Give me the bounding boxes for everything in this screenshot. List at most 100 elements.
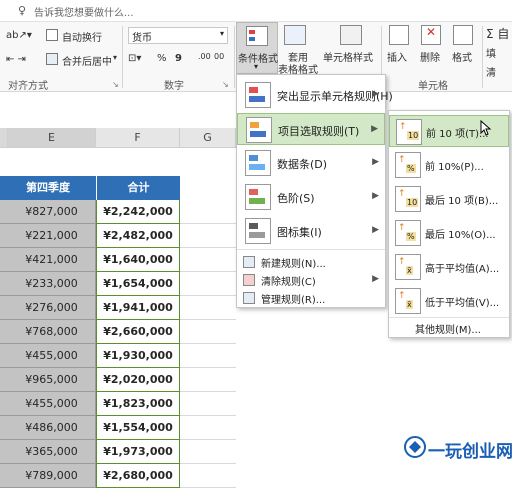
cell-q4-value[interactable]: ¥276,000 [0, 296, 96, 320]
cell-total-value[interactable]: ¥2,482,000 [96, 224, 180, 248]
decrease-decimal-button[interactable]: 00 [214, 52, 224, 61]
comma-button[interactable]: 9 [175, 53, 182, 64]
orientation-icon[interactable]: ab↗▾ [6, 30, 32, 41]
cell-q4-value[interactable]: ¥768,000 [0, 320, 96, 344]
cell-q4-value[interactable]: ¥221,000 [0, 224, 96, 248]
merge-center-button[interactable]: 合并后居中 [62, 53, 112, 68]
submenu-arrow-icon: ▶ [372, 89, 379, 99]
header-cell-q4[interactable]: 第四季度 [0, 176, 96, 200]
sub-menu-item-4[interactable]: ↑ x̄ 高于平均值(A)... [389, 251, 509, 283]
cell-style-button[interactable]: 单元格样式 [323, 49, 373, 64]
lightbulb-icon: ♀ [18, 4, 27, 17]
fill-button[interactable]: 填 [486, 45, 496, 60]
dialog-launcher-icon[interactable]: ↘ [112, 80, 119, 89]
cell-total-value[interactable]: ¥1,930,000 [96, 344, 180, 368]
tell-me-text: 告诉我您想要做什么... [34, 8, 134, 19]
insert-icon [389, 25, 409, 45]
column-header-G[interactable]: G [180, 128, 236, 148]
cell-empty[interactable] [180, 272, 236, 296]
submenu-arrow-icon: ▶ [372, 191, 379, 201]
top-10-icon: ↑ 10 [396, 119, 422, 145]
insert-button[interactable]: 插入 [387, 49, 407, 64]
format-icon [453, 25, 473, 45]
cf-menu-item-4[interactable]: 图标集(I) ▶ [237, 215, 385, 247]
data-bars-icon [245, 150, 271, 176]
cell-style-icon [340, 25, 362, 45]
cell-q4-value[interactable]: ¥486,000 [0, 416, 96, 440]
watermark-text: 一玩创业网 [428, 442, 512, 462]
cf-menu-small-item-label: 管理规则(R)... [261, 295, 326, 306]
cell-total-value[interactable]: ¥1,640,000 [96, 248, 180, 272]
sub-menu-item-1[interactable]: ↑% 前 10%(P)... [389, 149, 509, 181]
cell-empty[interactable] [180, 344, 236, 368]
cell-total-value[interactable]: ¥1,654,000 [96, 272, 180, 296]
column-header-E[interactable]: E [8, 128, 96, 148]
cell-empty[interactable] [180, 440, 236, 464]
cell-empty[interactable] [180, 248, 236, 272]
cell-empty[interactable] [180, 416, 236, 440]
merge-center-icon [46, 53, 58, 65]
autosum-button[interactable]: Σ 自 [486, 25, 509, 42]
submenu-arrow-icon: ▶ [371, 124, 378, 134]
sub-menu-item-2[interactable]: ↑ 10 最后 10 项(B)... [389, 183, 509, 215]
cell-empty[interactable] [180, 200, 236, 224]
cf-menu-small-item-0[interactable]: 新建规则(N)... [237, 253, 385, 271]
column-header-D[interactable] [0, 128, 8, 148]
indent-icon[interactable]: ⇤ ⇥ [6, 54, 26, 65]
cell-q4-value[interactable]: ¥455,000 [0, 392, 96, 416]
conditional-format-menu: 突出显示单元格规则(H) ▶ 项目选取规则(T) ▶ 数据条(D) ▶ 色阶(S) ▶ 图标集(… [236, 74, 393, 308]
cell-q4-value[interactable]: ¥233,000 [0, 272, 96, 296]
cell-q4-value[interactable]: ¥365,000 [0, 440, 96, 464]
group-number-label: 数字 [164, 81, 184, 92]
cf-menu-item-label: 数据条(D) [277, 158, 328, 171]
number-format-select[interactable]: 货币 ▾ [128, 27, 228, 44]
cell-total-value[interactable]: ¥2,020,000 [96, 368, 180, 392]
cell-q4-value[interactable]: ¥965,000 [0, 368, 96, 392]
cf-menu-item-3[interactable]: 色阶(S) ▶ [237, 181, 385, 213]
cell-total-value[interactable]: ¥2,242,000 [96, 200, 180, 224]
cf-menu-small-item-1[interactable]: 清除规则(C) ▶ [237, 271, 385, 289]
cf-menu-small-item-2[interactable]: 管理规则(R)... [237, 289, 385, 307]
number-launcher-icon[interactable]: ↘ [222, 80, 229, 89]
more-rules-item[interactable]: 其他规则(M)... [389, 319, 509, 337]
cell-q4-value[interactable]: ¥455,000 [0, 344, 96, 368]
column-header-F[interactable]: F [96, 128, 180, 148]
currency-icon[interactable]: ⊡▾ [128, 53, 141, 64]
highlight-rules-icon [245, 82, 271, 108]
cell-empty[interactable] [180, 296, 236, 320]
cf-menu-small-item-label: 清除规则(C) [261, 277, 316, 288]
cf-menu-item-2[interactable]: 数据条(D) ▶ [237, 147, 385, 179]
delete-button[interactable]: 删除 [420, 49, 440, 64]
sub-menu-item-3[interactable]: ↑% 最后 10%(O)... [389, 217, 509, 249]
cf-menu-item-1[interactable]: 项目选取规则(T) ▶ [237, 113, 385, 145]
sub-menu-item-label: 高于平均值(A)... [425, 264, 500, 275]
cell-empty[interactable] [180, 320, 236, 344]
cell-total-value[interactable]: ¥1,823,000 [96, 392, 180, 416]
tell-me-bar[interactable]: ♀ 告诉我您想要做什么... [0, 0, 512, 22]
cell-q4-value[interactable]: ¥421,000 [0, 248, 96, 272]
group-cells-label: 单元格 [418, 81, 448, 92]
cf-menu-item-0[interactable]: 突出显示单元格规则(H) ▶ [237, 79, 393, 111]
clear-rules-icon [243, 274, 255, 286]
merge-dropdown-icon[interactable]: ▾ [113, 53, 117, 62]
cell-empty[interactable] [180, 392, 236, 416]
header-cell-total[interactable]: 合计 [96, 176, 180, 200]
wrap-text-button[interactable]: 自动换行 [62, 29, 102, 44]
cell-empty[interactable] [180, 368, 236, 392]
increase-decimal-button[interactable]: .00 [198, 52, 211, 61]
cell-total-value[interactable]: ¥1,973,000 [96, 440, 180, 464]
top-10-percent-icon: ↑% [395, 152, 421, 178]
percent-button[interactable]: % [157, 53, 167, 64]
conditional-format-button[interactable]: 条件格式 ▾ [236, 22, 278, 74]
cell-q4-value[interactable]: ¥827,000 [0, 200, 96, 224]
cell-total-value[interactable]: ¥1,941,000 [96, 296, 180, 320]
icon-sets-icon [245, 218, 271, 244]
format-button[interactable]: 格式 [452, 49, 472, 64]
cell-total-value[interactable]: ¥1,554,000 [96, 416, 180, 440]
new-rule-icon [243, 256, 255, 268]
wrap-text-icon [46, 29, 58, 41]
cell-empty[interactable] [180, 224, 236, 248]
sub-menu-item-5[interactable]: ↑ x̄ 低于平均值(V)... [389, 285, 509, 317]
cell-total-value[interactable]: ¥2,660,000 [96, 320, 180, 344]
clear-button[interactable]: 清 [486, 64, 496, 79]
